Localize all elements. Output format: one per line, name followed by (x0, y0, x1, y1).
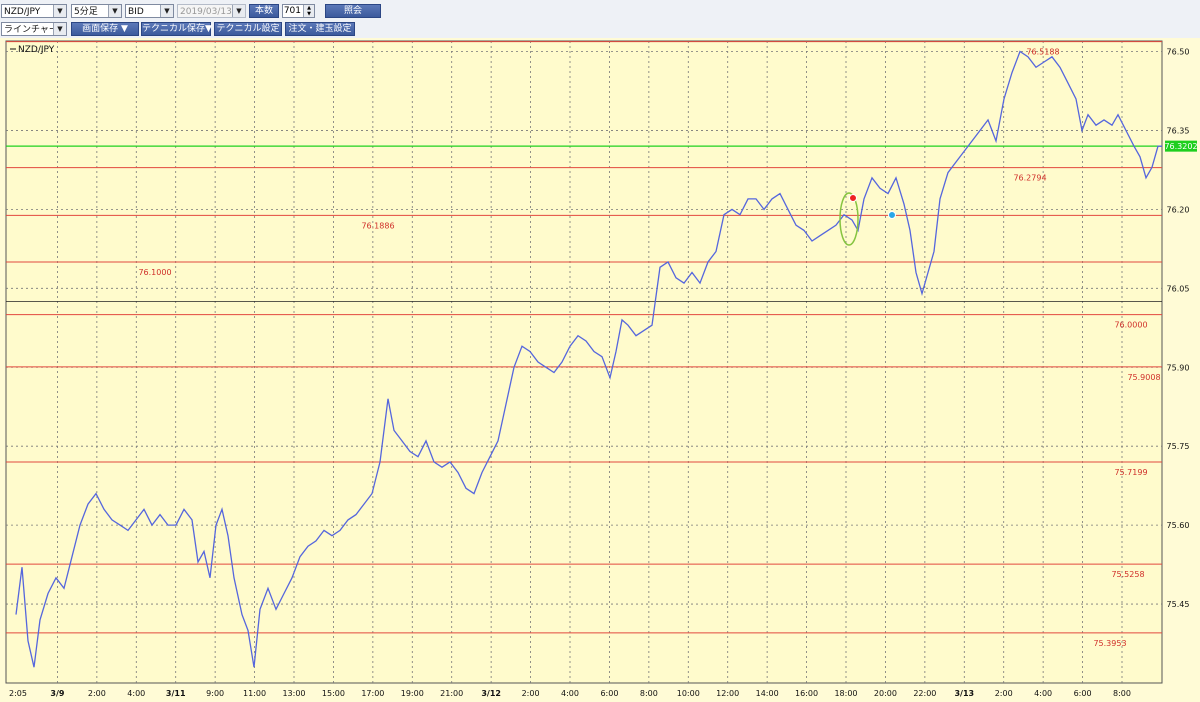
x-tick-label: 22:00 (913, 689, 936, 698)
x-tick-label: 9:00 (206, 689, 224, 698)
toolbar: NZD/JPY ▼ 5分足 ▼ BID ▼ 2019/03/13 ▼ 本数 70… (0, 0, 1200, 39)
x-tick-label: 12:00 (716, 689, 739, 698)
y-tick-label: 76.05 (1167, 284, 1190, 293)
x-tick-label: 18:00 (834, 689, 857, 698)
y-tick-label: 76.35 (1167, 126, 1190, 135)
chart-style-select[interactable]: ラインチャート ▼ (1, 22, 67, 36)
level-label: 76.5188 (1026, 48, 1059, 57)
x-tick-label: 17:00 (361, 689, 384, 698)
x-tick-label: 6:00 (600, 689, 618, 698)
x-tick-label: 2:00 (995, 689, 1013, 698)
level-label: 75.7199 (1114, 468, 1147, 477)
x-tick-label: 2:00 (522, 689, 540, 698)
technical-settings-button[interactable]: テクニカル設定 (214, 22, 282, 36)
currency-pair-select[interactable]: NZD/JPY ▼ (1, 4, 67, 18)
x-tick-label: 3/13 (954, 689, 974, 698)
x-tick-label: 16:00 (795, 689, 818, 698)
x-tick-label: 10:00 (677, 689, 700, 698)
x-tick-label: 21:00 (440, 689, 463, 698)
x-tick-label: 20:00 (874, 689, 897, 698)
level-label: 76.1886 (361, 221, 394, 230)
x-tick-label: 4:00 (1034, 689, 1052, 698)
x-tick-label: 11:00 (243, 689, 266, 698)
chevron-down-icon: ▼ (53, 5, 66, 17)
x-tick-label: 3/12 (481, 689, 501, 698)
currency-pair-value: NZD/JPY (4, 7, 41, 17)
y-tick-label: 75.75 (1167, 442, 1190, 451)
timeframe-value: 5分足 (74, 7, 98, 17)
date-picker[interactable]: 2019/03/13 ▼ (177, 4, 246, 18)
y-tick-label: 76.20 (1167, 205, 1190, 214)
level-label: 75.3953 (1093, 639, 1126, 648)
level-label: 76.0000 (1114, 321, 1147, 330)
x-tick-label: 2:00 (88, 689, 106, 698)
x-tick-label: 8:00 (640, 689, 658, 698)
x-tick-label: 15:00 (322, 689, 345, 698)
order-settings-button[interactable]: 注文・建玉設定 (285, 22, 355, 36)
price-chart[interactable]: 76.5188 76.2794 76.1886 76.1000 76.0000 75.90… (0, 38, 1200, 702)
chevron-down-icon: ▼ (108, 5, 121, 17)
red-marker-icon (849, 194, 857, 202)
y-tick-label: 75.90 (1167, 363, 1190, 372)
price-type-select[interactable]: BID ▼ (125, 4, 174, 18)
current-price-badge: 76.3202 (1164, 140, 1198, 152)
x-tick-label: 3/9 (50, 689, 64, 698)
date-value: 2019/03/13 (180, 7, 232, 17)
x-tick-label: 4:00 (127, 689, 145, 698)
plot-area (5, 40, 1163, 684)
level-label: 76.1000 (138, 268, 171, 277)
level-label: 76.2794 (1013, 174, 1046, 183)
query-button[interactable]: 照会 (325, 4, 381, 18)
x-tick-label: 14:00 (756, 689, 779, 698)
count-stepper[interactable]: 701 ▲ ▼ (282, 4, 315, 18)
x-tick-label: 2:05 (9, 689, 27, 698)
x-tick-label: 13:00 (282, 689, 305, 698)
y-tick-label: 75.60 (1167, 521, 1190, 530)
timeframe-select[interactable]: 5分足 ▼ (71, 4, 122, 18)
x-tick-label: 4:00 (561, 689, 579, 698)
x-axis: 2:05 3/9 2:00 4:00 3/11 9:00 11:00 13:00 15:00 17… (9, 689, 1131, 698)
chart-title: NZD/JPY (18, 45, 55, 55)
spin-arrows-icon[interactable]: ▲ ▼ (303, 5, 314, 17)
x-tick-label: 3/11 (166, 689, 186, 698)
x-tick-label: 19:00 (401, 689, 424, 698)
chevron-down-icon: ▼ (53, 23, 66, 35)
current-price-label: 76.3202 (1164, 142, 1197, 151)
y-tick-label: 76.50 (1167, 48, 1190, 57)
count-button[interactable]: 本数 (249, 4, 279, 18)
chevron-down-icon: ▼ (232, 5, 245, 17)
level-label: 75.5258 (1111, 570, 1144, 579)
save-technical-button[interactable]: テクニカル保存▼ (141, 22, 212, 36)
chevron-down-icon: ▼ (160, 5, 173, 17)
count-value: 701 (283, 6, 301, 16)
x-tick-label: 8:00 (1113, 689, 1131, 698)
x-tick-label: 6:00 (1074, 689, 1092, 698)
level-label: 75.9008 (1127, 373, 1160, 382)
y-tick-label: 75.45 (1167, 600, 1190, 609)
price-type-value: BID (128, 7, 144, 17)
blue-marker-icon (888, 211, 896, 219)
save-image-button[interactable]: 画面保存 ▼ (71, 22, 139, 36)
